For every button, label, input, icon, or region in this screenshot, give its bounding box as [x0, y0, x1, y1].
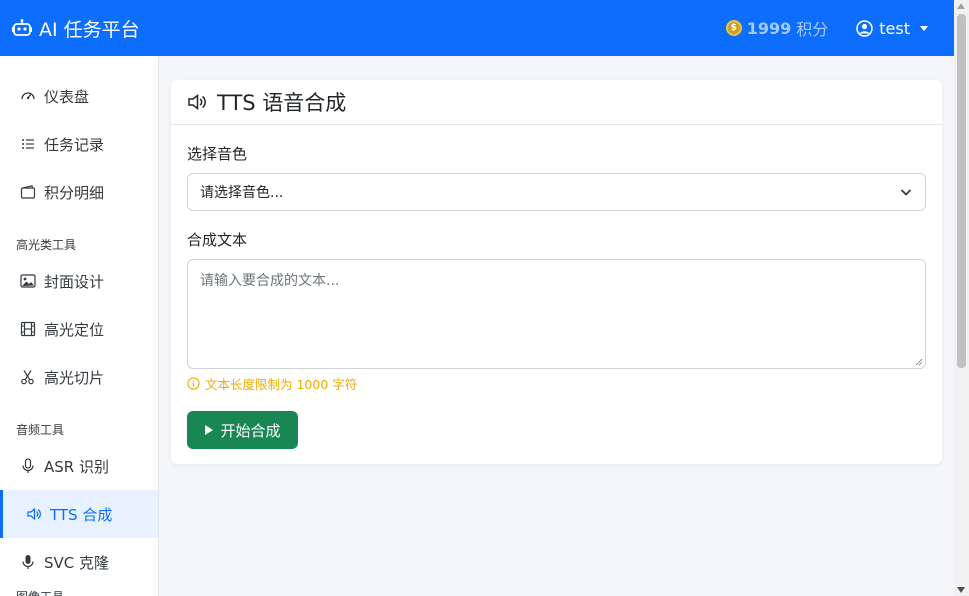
mic-fill-icon	[22, 555, 34, 569]
coin-icon: $	[725, 20, 742, 36]
sidebar-item-points[interactable]: 积分明细	[0, 168, 158, 216]
sidebar-item-asr[interactable]: ASR 识别	[0, 442, 158, 490]
resize-grip-icon[interactable]	[915, 358, 923, 366]
text-label: 合成文本	[187, 231, 248, 249]
sidebar-item-highlight-clip[interactable]: 高光切片	[0, 353, 158, 401]
page-scrollbar[interactable]	[954, 0, 969, 596]
top-navbar: AI 任务平台 $ 1999 积分 test	[0, 0, 954, 56]
points-display: $ 1999 积分	[725, 16, 829, 40]
sidebar-item-cover-design[interactable]: 封面设计	[0, 257, 158, 305]
sidebar-item-dashboard[interactable]: 仪表盘	[0, 72, 158, 120]
sidebar-item-label: 积分明细	[44, 183, 105, 202]
start-synthesis-button[interactable]: 开始合成	[187, 411, 298, 449]
sidebar-section-image: 图像工具	[0, 586, 158, 596]
text-placeholder: 请输入要合成的文本...	[200, 273, 340, 289]
user-menu[interactable]: test	[856, 19, 928, 38]
play-icon	[205, 425, 214, 435]
scroll-thumb[interactable]	[957, 14, 966, 368]
points-value: 1999	[746, 18, 792, 38]
list-icon	[22, 139, 34, 149]
sidebar-item-label: ASR 识别	[44, 457, 109, 476]
user-circle-icon	[856, 19, 874, 37]
voice-select-value: 请选择音色...	[200, 185, 284, 201]
sidebar-item-tts[interactable]: TTS 合成	[0, 490, 158, 538]
page-title: TTS 语音合成	[217, 91, 347, 115]
scissors-icon	[21, 370, 34, 385]
username: test	[879, 18, 910, 38]
sidebar-item-label: 封面设计	[44, 272, 105, 291]
voice-label: 选择音色	[187, 145, 248, 163]
sidebar-item-highlight-locate[interactable]: 高光定位	[0, 305, 158, 353]
volume-icon	[188, 93, 206, 111]
sidebar-item-label: 任务记录	[44, 135, 105, 154]
sidebar-item-tasks[interactable]: 任务记录	[0, 120, 158, 168]
card-header: TTS 语音合成	[171, 80, 942, 125]
volume-icon	[27, 507, 41, 521]
chevron-down-icon	[900, 189, 912, 196]
length-hint: 文本长度限制为 1000 字符	[187, 375, 926, 392]
mic-icon	[22, 458, 34, 473]
sidebar-item-svc[interactable]: SVC 克隆	[0, 538, 158, 586]
brand-name: AI 任务平台	[39, 18, 140, 41]
sidebar-section-highlight: 高光类工具	[16, 238, 77, 252]
sidebar-item-label: TTS 合成	[50, 505, 113, 524]
wallet-icon	[20, 185, 36, 199]
film-icon	[20, 321, 36, 337]
sidebar-item-label: SVC 克隆	[44, 553, 110, 572]
voice-select[interactable]: 请选择音色...	[187, 173, 926, 211]
points-unit: 积分	[796, 20, 829, 39]
robot-icon	[12, 19, 32, 36]
image-icon	[20, 274, 36, 288]
start-synthesis-label: 开始合成	[220, 421, 281, 440]
tts-card: TTS 语音合成 选择音色 请选择音色... 合成文本 请输入要合成的文本...…	[171, 80, 942, 464]
caret-down-icon	[920, 25, 928, 31]
speedometer-icon	[21, 92, 35, 100]
sidebar-section-audio: 音频工具	[16, 423, 65, 437]
info-circle-icon	[187, 376, 200, 390]
sidebar: 仪表盘 任务记录 积分明细 高光类工具 封面设计 高光定位 高光切片 音频工具 …	[0, 56, 159, 596]
scroll-down-arrow-icon[interactable]	[957, 587, 965, 593]
hint-text: 文本长度限制为 1000 字符	[205, 376, 358, 392]
sidebar-item-label: 高光切片	[44, 368, 105, 387]
sidebar-item-label: 仪表盘	[44, 87, 90, 106]
brand[interactable]: AI 任务平台	[12, 15, 140, 42]
sidebar-item-label: 高光定位	[44, 320, 105, 339]
scroll-up-arrow-icon[interactable]	[957, 3, 965, 9]
synthesis-text-input[interactable]: 请输入要合成的文本...	[187, 259, 926, 369]
